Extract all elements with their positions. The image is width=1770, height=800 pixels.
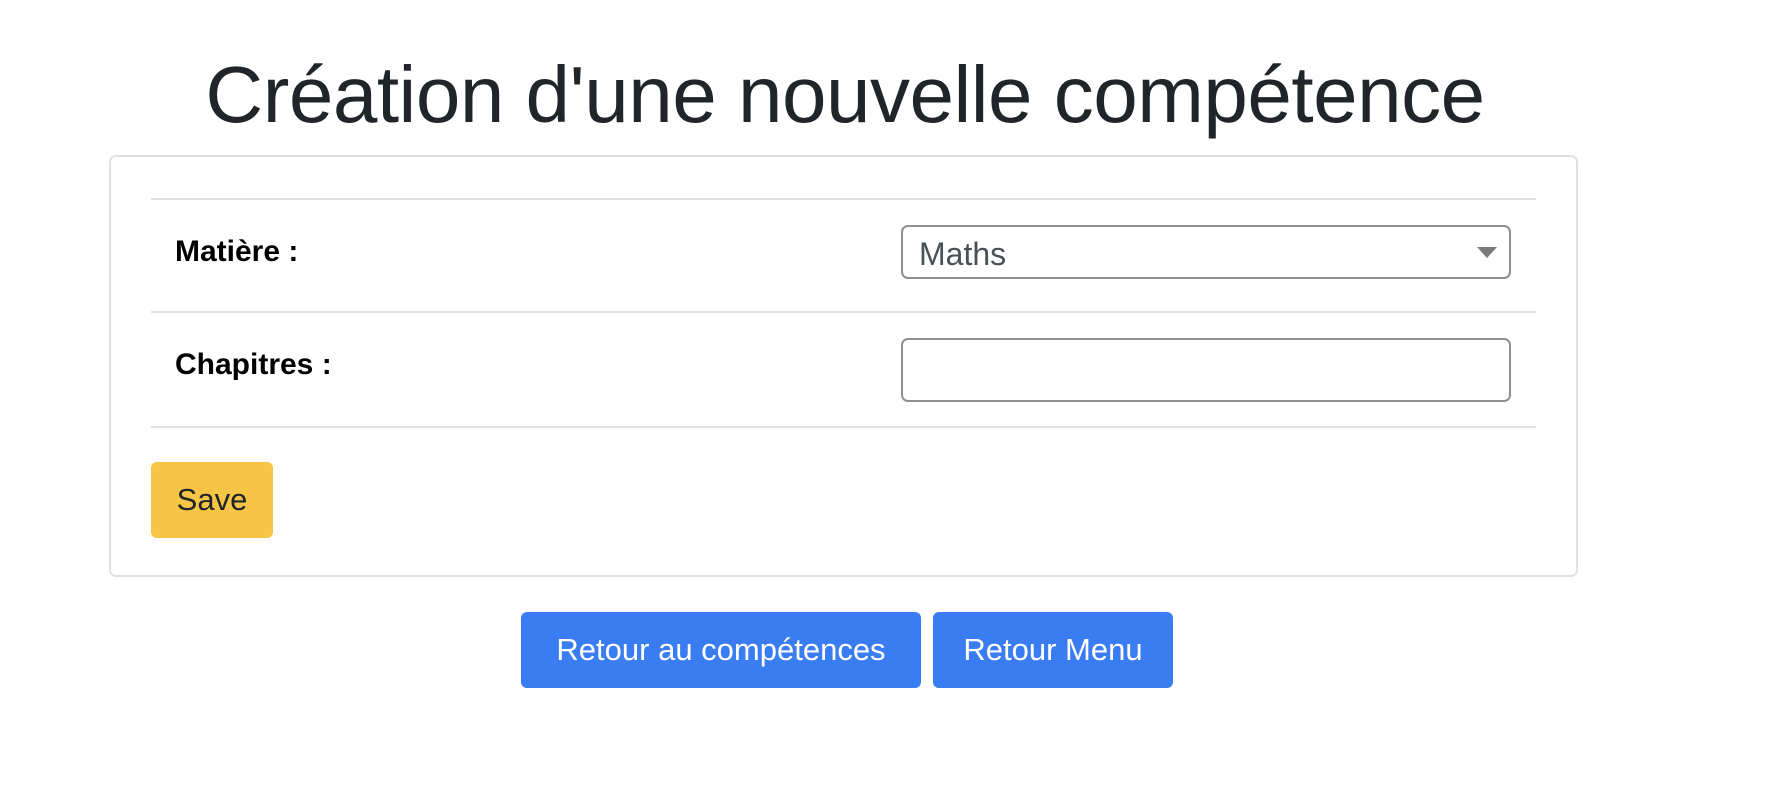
matiere-selected-value: Maths (919, 236, 1007, 272)
form-row-matiere: Matière : Maths (151, 200, 1536, 313)
save-button[interactable]: Save (151, 462, 273, 538)
chevron-down-icon (1477, 247, 1497, 258)
matiere-label: Matière : (175, 235, 299, 268)
matiere-select[interactable]: Maths (901, 225, 1511, 279)
chapitres-input[interactable] (901, 338, 1511, 402)
form-row-chapitres: Chapitres : (151, 313, 1536, 428)
back-to-competences-button[interactable]: Retour au compétences (521, 612, 921, 688)
page-title: Création d'une nouvelle compétence (205, 50, 1485, 139)
page: Création d'une nouvelle compétence Matiè… (0, 0, 1770, 800)
form-table: Matière : Maths Chapitres : (151, 198, 1536, 428)
back-to-menu-button[interactable]: Retour Menu (933, 612, 1173, 688)
form-card: Matière : Maths Chapitres : Save (109, 155, 1578, 577)
nav-buttons: Retour au compétences Retour Menu (0, 612, 1770, 688)
chapitres-label: Chapitres : (175, 348, 332, 381)
